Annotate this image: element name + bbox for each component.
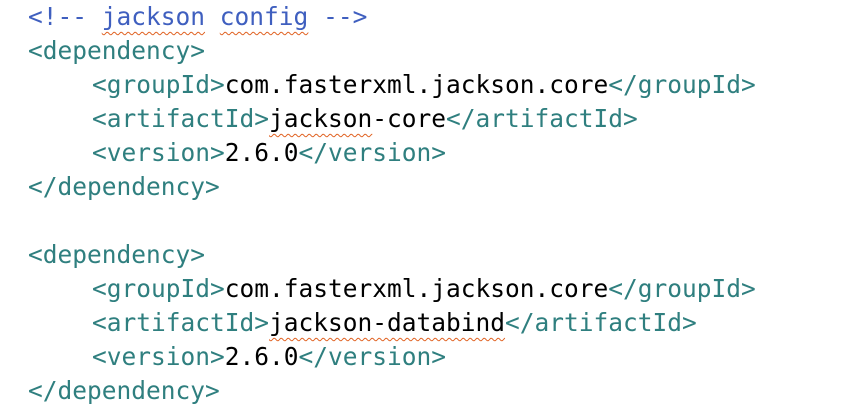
groupid-value: com.fasterxml.jackson.core bbox=[224, 274, 609, 303]
dependency-2-groupid-line: <groupId>com.fasterxml.jackson.core</gro… bbox=[28, 272, 842, 306]
artifactid-value-suffix: -core bbox=[372, 104, 447, 133]
dependency-1-open-line: <dependency> bbox=[28, 34, 842, 68]
comment-word-jackson: jackson bbox=[101, 2, 206, 31]
dependency-1-close-line: </dependency> bbox=[28, 170, 842, 204]
artifactid-value-misspelled: jackson bbox=[269, 104, 373, 133]
dependency-2-open-line: <dependency> bbox=[28, 238, 842, 272]
comment-word-config: config bbox=[219, 2, 309, 31]
artifactid-close-tag: </artifactId> bbox=[505, 308, 697, 337]
comment-line: <!-- jackson config --> bbox=[28, 0, 842, 34]
groupid-open-tag: <groupId> bbox=[92, 274, 225, 303]
version-value: 2.6.0 bbox=[224, 138, 299, 167]
dependency-close-tag: </dependency> bbox=[28, 376, 220, 405]
comment-open: <!-- bbox=[28, 2, 102, 31]
groupid-open-tag: <groupId> bbox=[92, 70, 225, 99]
version-open-tag: <version> bbox=[92, 342, 225, 371]
dependency-1-artifactid-line: <artifactId>jackson-core</artifactId> bbox=[28, 102, 842, 136]
dependency-2-close-line: </dependency> bbox=[28, 374, 842, 408]
xml-code-editor[interactable]: <!-- jackson config --> <dependency> <gr… bbox=[0, 0, 842, 412]
comment-close: --> bbox=[308, 2, 368, 31]
dependency-1-groupid-line: <groupId>com.fasterxml.jackson.core</gro… bbox=[28, 68, 842, 102]
dependency-2-artifactid-line: <artifactId>jackson-databind</artifactId… bbox=[28, 306, 842, 340]
version-open-tag: <version> bbox=[92, 138, 225, 167]
dependency-open-tag: <dependency> bbox=[28, 240, 206, 269]
version-value: 2.6.0 bbox=[224, 342, 299, 371]
version-close-tag: </version> bbox=[298, 342, 447, 371]
dependency-open-tag: <dependency> bbox=[28, 36, 206, 65]
dependency-1-version-line: <version>2.6.0</version> bbox=[28, 136, 842, 170]
groupid-close-tag: </groupId> bbox=[608, 274, 756, 303]
artifactid-value-misspelled: jackson-databind bbox=[269, 308, 506, 337]
groupid-value: com.fasterxml.jackson.core bbox=[224, 70, 609, 99]
artifactid-open-tag: <artifactId> bbox=[92, 104, 270, 133]
dependency-close-tag: </dependency> bbox=[28, 172, 220, 201]
artifactid-open-tag: <artifactId> bbox=[92, 308, 270, 337]
version-close-tag: </version> bbox=[298, 138, 447, 167]
artifactid-close-tag: </artifactId> bbox=[446, 104, 638, 133]
comment-space bbox=[205, 2, 220, 31]
dependency-2-version-line: <version>2.6.0</version> bbox=[28, 340, 842, 374]
groupid-close-tag: </groupId> bbox=[608, 70, 756, 99]
